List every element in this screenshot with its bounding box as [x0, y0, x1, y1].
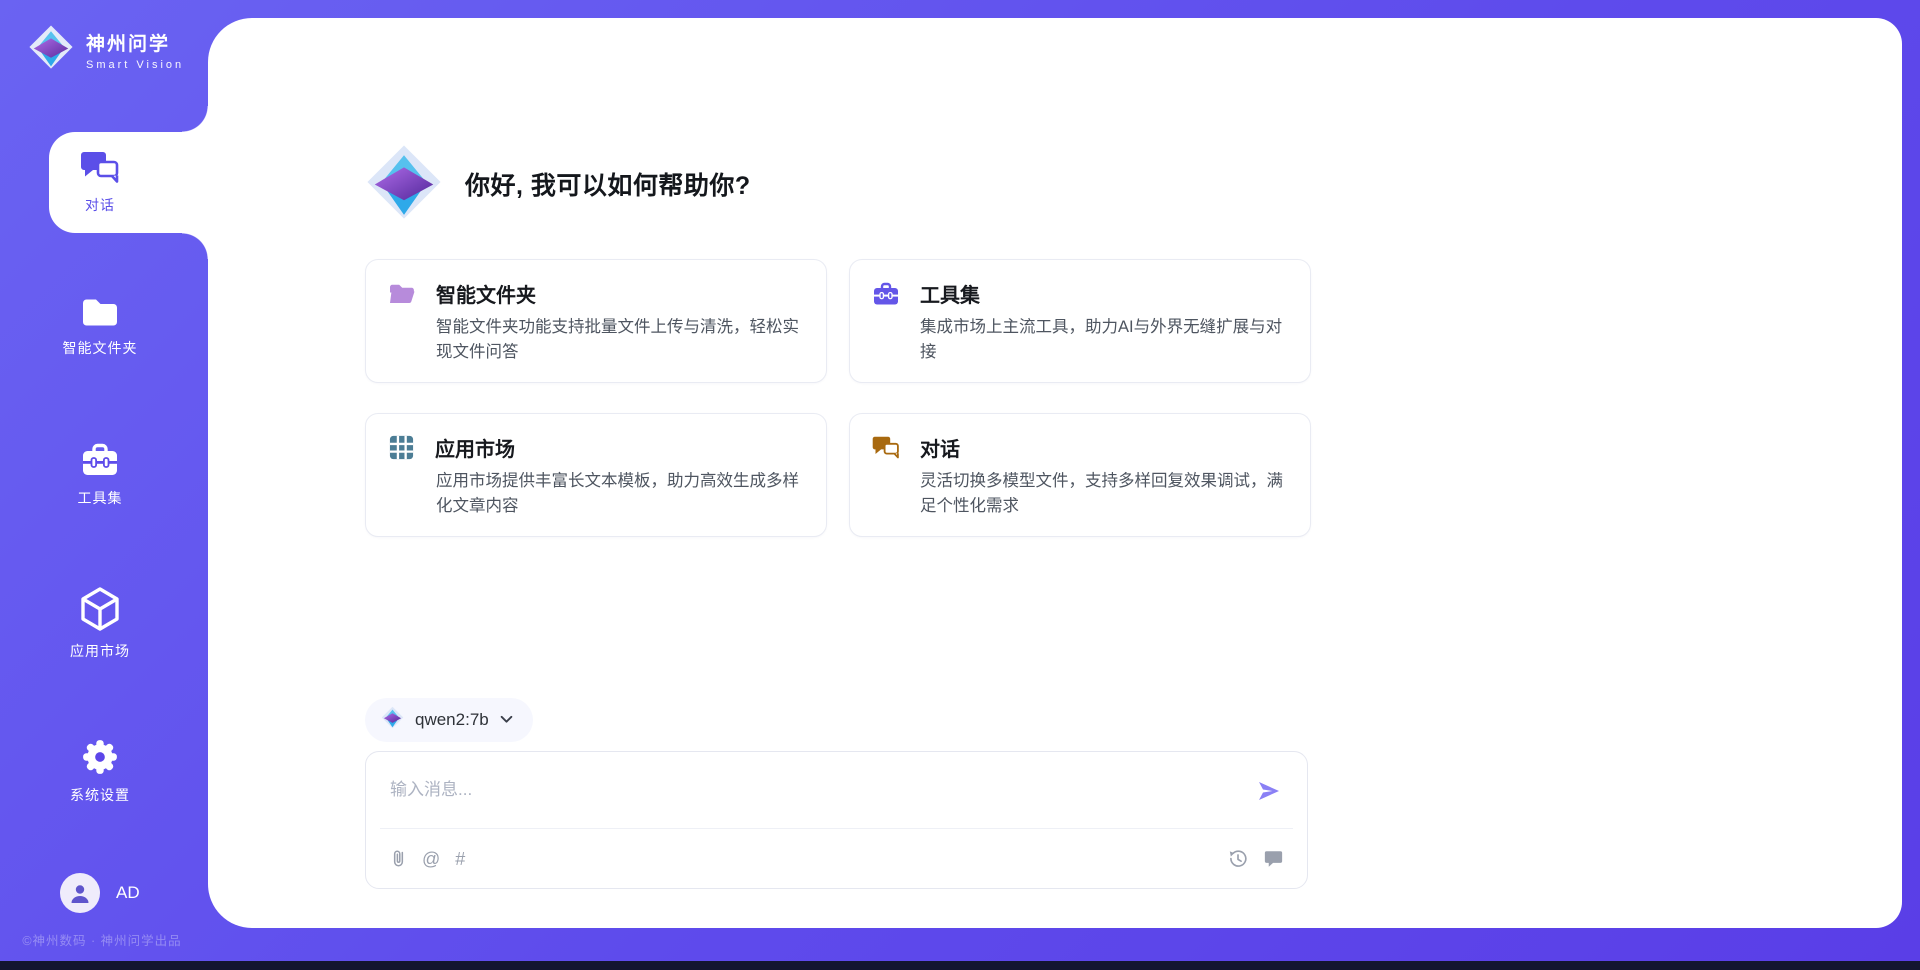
paperclip-icon[interactable]: [390, 848, 407, 869]
send-icon[interactable]: [1257, 779, 1281, 803]
sidebar-item-label: 智能文件夹: [63, 338, 138, 358]
folder-open-icon: [388, 281, 416, 307]
card-description: 灵活切换多模型文件，支持多样回复效果调试，满足个性化需求: [920, 469, 1288, 519]
card-title: 工具集: [920, 279, 980, 308]
bottom-edge-strip: [0, 961, 1920, 970]
app-page: 神州问学 Smart Vision 对话 智能文件夹: [0, 0, 1920, 970]
card-title: 智能文件夹: [436, 279, 536, 308]
card-description: 应用市场提供丰富长文本模板，助力高效生成多样化文章内容: [436, 469, 804, 519]
sidebar-item-label: 工具集: [78, 488, 123, 508]
greeting-title: 你好, 我可以如何帮助你?: [465, 166, 751, 202]
app-logo: 神州问学 Smart Vision: [28, 24, 184, 75]
chevron-down-icon: [500, 711, 513, 729]
card-smart-folder[interactable]: 智能文件夹 智能文件夹功能支持批量文件上传与清洗，轻松实现文件问答: [365, 259, 827, 383]
card-chat[interactable]: 对话 灵活切换多模型文件，支持多样回复效果调试，满足个性化需求: [849, 413, 1311, 537]
cube-icon: [79, 586, 121, 632]
briefcase-icon: [872, 281, 900, 307]
folder-icon: [80, 295, 120, 329]
app-subtitle: Smart Vision: [86, 59, 184, 71]
card-title: 应用市场: [435, 433, 515, 462]
user-name: AD: [116, 883, 140, 903]
diamond-logo-icon: [365, 143, 443, 226]
comment-icon[interactable]: [1264, 850, 1283, 868]
message-input[interactable]: [390, 752, 1250, 828]
sidebar-item-label: 系统设置: [70, 785, 130, 805]
sidebar-item-settings[interactable]: 系统设置: [0, 738, 200, 805]
card-title: 对话: [920, 433, 960, 462]
diamond-logo-icon: [381, 706, 404, 734]
chat-bubbles-icon: [872, 435, 900, 461]
avatar: [60, 873, 100, 913]
at-icon[interactable]: @: [422, 850, 440, 868]
message-composer: @ #: [365, 751, 1308, 889]
sidebar-item-toolset[interactable]: 工具集: [0, 441, 200, 508]
diamond-logo-icon: [28, 24, 74, 75]
app-title: 神州问学: [86, 29, 184, 56]
sidebar-item-smart-folder[interactable]: 智能文件夹: [0, 295, 200, 358]
sidebar: 神州问学 Smart Vision 对话 智能文件夹: [0, 0, 208, 970]
model-name: qwen2:7b: [415, 710, 489, 730]
feature-cards: 智能文件夹 智能文件夹功能支持批量文件上传与清洗，轻松实现文件问答 工具集 集成…: [365, 259, 1311, 537]
person-icon: [68, 881, 92, 905]
history-icon[interactable]: [1228, 849, 1248, 869]
model-selector[interactable]: qwen2:7b: [365, 698, 533, 742]
card-description: 智能文件夹功能支持批量文件上传与清洗，轻松实现文件问答: [436, 315, 804, 365]
chat-bubbles-icon: [80, 150, 120, 186]
greeting-block: 你好, 我可以如何帮助你?: [365, 145, 751, 223]
card-app-market[interactable]: 应用市场 应用市场提供丰富长文本模板，助力高效生成多样化文章内容: [365, 413, 827, 537]
hash-icon[interactable]: #: [455, 850, 465, 868]
sidebar-item-label: 对话: [85, 195, 115, 215]
grid-icon: [388, 434, 415, 461]
card-description: 集成市场上主流工具，助力AI与外界无缝扩展与对接: [920, 315, 1288, 365]
sidebar-item-label: 应用市场: [70, 641, 130, 661]
composer-toolbar: @ #: [390, 829, 1283, 888]
copyright-text: ©神州数码 · 神州问学出品: [4, 930, 200, 949]
briefcase-icon: [80, 441, 120, 479]
gear-icon: [81, 738, 119, 776]
user-profile[interactable]: AD: [60, 873, 140, 913]
card-toolset[interactable]: 工具集 集成市场上主流工具，助力AI与外界无缝扩展与对接: [849, 259, 1311, 383]
sidebar-item-chat[interactable]: 对话: [0, 150, 200, 215]
sidebar-item-app-market[interactable]: 应用市场: [0, 586, 200, 661]
